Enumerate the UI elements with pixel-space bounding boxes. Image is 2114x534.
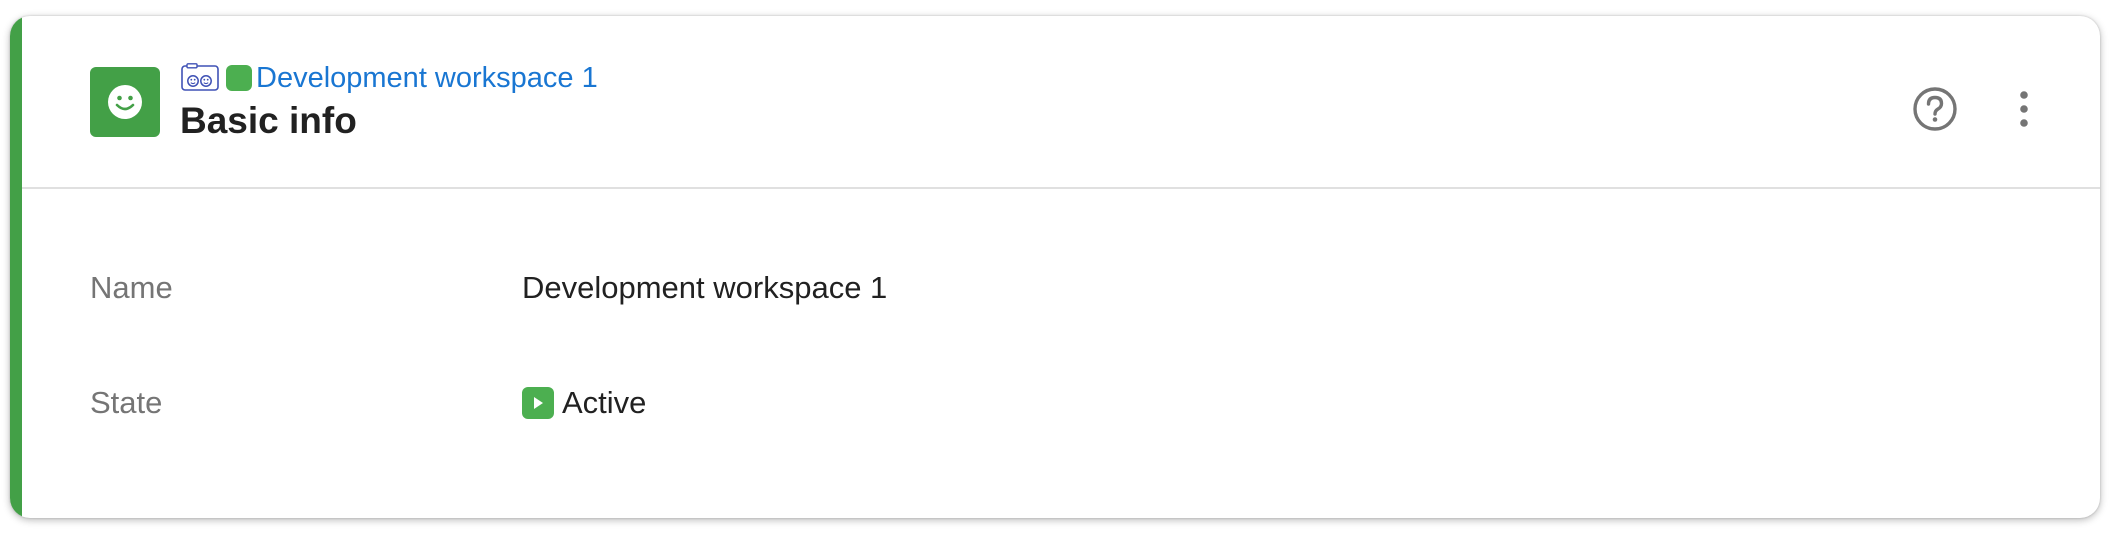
play-icon	[522, 387, 554, 419]
breadcrumb: Development workspace 1	[180, 60, 598, 96]
basic-info-card: Development workspace 1 Basic info Name …	[10, 16, 2100, 518]
more-options-button[interactable]	[1999, 86, 2049, 136]
more-vertical-icon	[2018, 90, 2030, 132]
state-row: State Active	[22, 378, 2100, 428]
smiley-face-icon	[90, 67, 160, 137]
name-label: Name	[90, 270, 173, 305]
name-row: Name Development workspace 1	[22, 263, 2100, 313]
card-accent-bar	[10, 16, 22, 518]
card-header: Development workspace 1 Basic info	[22, 16, 2100, 189]
state-label: State	[90, 385, 163, 420]
state-value: Active	[522, 385, 646, 421]
help-button[interactable]	[1910, 86, 1960, 136]
card-title: Basic info	[180, 100, 357, 141]
workspace-type-icon	[180, 63, 220, 93]
help-circle-icon	[1912, 86, 1958, 137]
workspace-breadcrumb-link[interactable]: Development workspace 1	[256, 60, 598, 96]
name-value-text: Development workspace 1	[522, 270, 888, 305]
name-value: Development workspace 1	[522, 270, 887, 306]
state-value-text: Active	[562, 385, 647, 420]
green-status-square-icon	[226, 65, 252, 91]
